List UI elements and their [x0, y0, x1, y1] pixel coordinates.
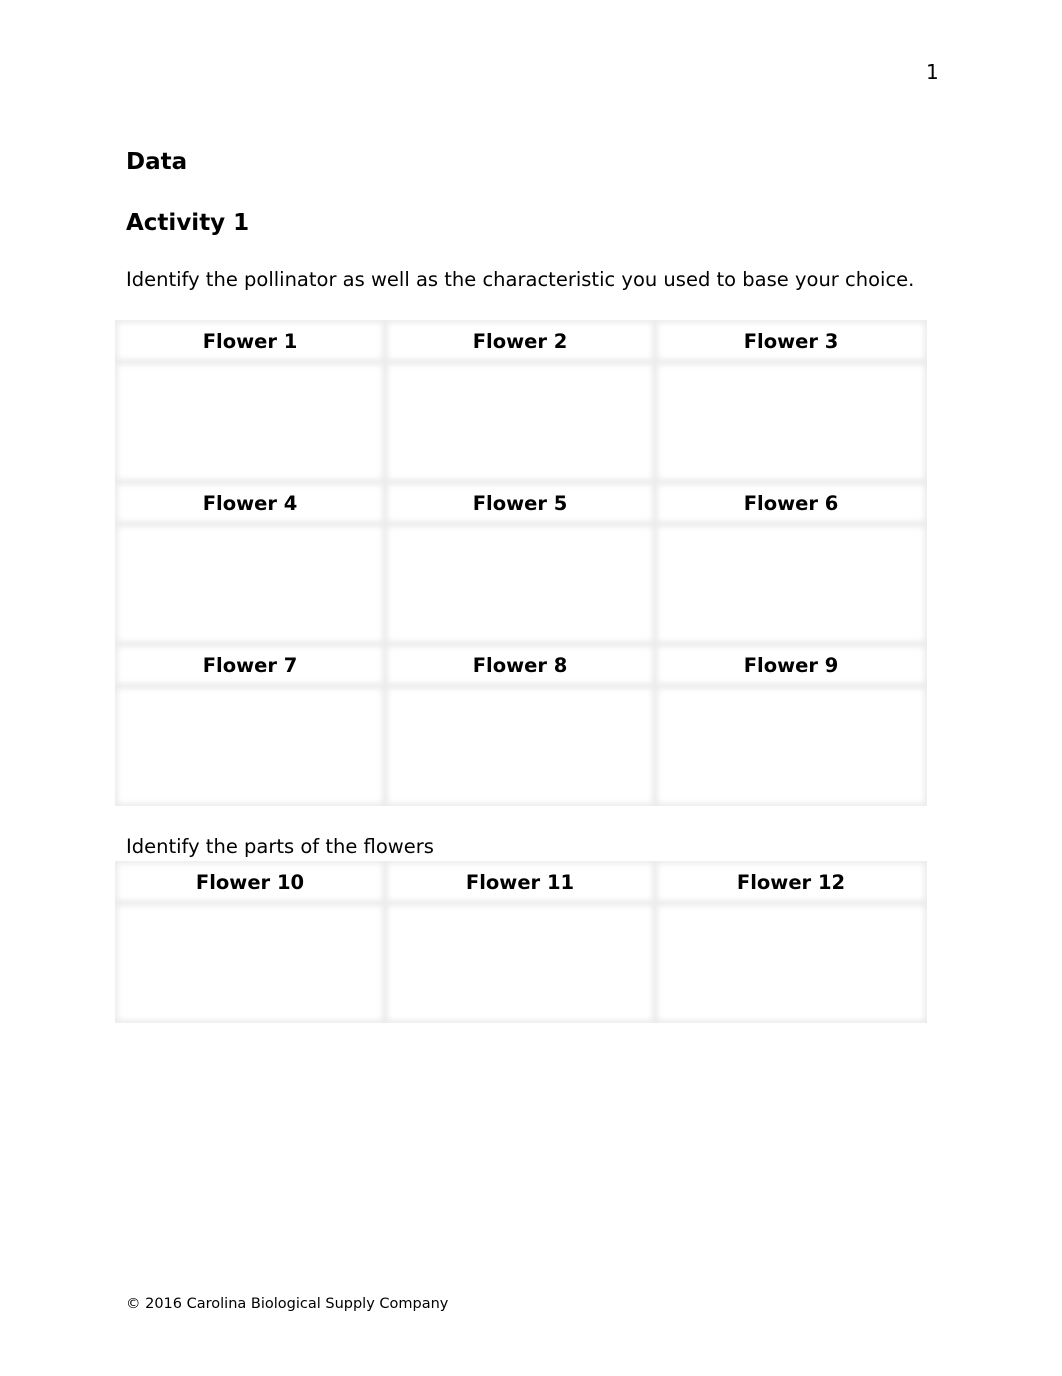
- table-header-cell: Flower 1: [115, 320, 385, 362]
- table-header-cell: Flower 4: [115, 482, 385, 524]
- table-header-cell: Flower 9: [655, 644, 927, 686]
- section-heading: Data: [126, 149, 188, 175]
- answer-cell[interactable]: [655, 903, 927, 1023]
- answer-cell[interactable]: [115, 524, 385, 644]
- pollinator-table: Flower 1 Flower 2 Flower 3 Flower 4 Flow…: [115, 320, 927, 806]
- table-header-cell: Flower 6: [655, 482, 927, 524]
- answer-cell[interactable]: [385, 524, 655, 644]
- table-header-cell: Flower 10: [115, 861, 385, 903]
- flower-parts-table: Flower 10 Flower 11 Flower 12: [115, 861, 927, 1023]
- table-header-cell: Flower 11: [385, 861, 655, 903]
- instructions-flower-parts: Identify the parts of the flowers: [126, 835, 434, 858]
- answer-cell[interactable]: [115, 362, 385, 482]
- table-header-cell: Flower 12: [655, 861, 927, 903]
- table-header-cell: Flower 7: [115, 644, 385, 686]
- table-header-cell: Flower 5: [385, 482, 655, 524]
- answer-cell[interactable]: [655, 686, 927, 806]
- answer-cell[interactable]: [655, 524, 927, 644]
- activity-heading: Activity 1: [126, 210, 250, 236]
- answer-cell[interactable]: [655, 362, 927, 482]
- answer-cell[interactable]: [115, 903, 385, 1023]
- page-number: 1: [926, 60, 939, 84]
- answer-cell[interactable]: [385, 362, 655, 482]
- copyright-footer: © 2016 Carolina Biological Supply Compan…: [126, 1296, 449, 1312]
- table-header-cell: Flower 3: [655, 320, 927, 362]
- instructions-pollinator: Identify the pollinator as well as the c…: [126, 268, 915, 291]
- answer-cell[interactable]: [385, 686, 655, 806]
- table-header-cell: Flower 8: [385, 644, 655, 686]
- table-header-cell: Flower 2: [385, 320, 655, 362]
- answer-cell[interactable]: [385, 903, 655, 1023]
- answer-cell[interactable]: [115, 686, 385, 806]
